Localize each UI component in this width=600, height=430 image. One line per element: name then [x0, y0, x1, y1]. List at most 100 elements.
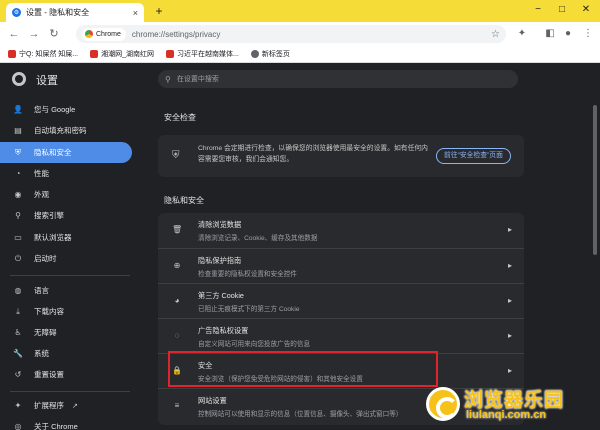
row-subtitle: 控制网站可以使用和显示的信息（位置信息、摄像头、弹出式窗口等） — [198, 411, 403, 418]
sidebar-item-default-browser[interactable]: ▭ 默认浏览器 — [0, 227, 132, 248]
maximize-button[interactable]: □ — [552, 2, 572, 18]
sidebar-item-label: 扩展程序 — [34, 401, 64, 410]
sidebar-item-label: 自动填充和密码 — [34, 126, 87, 135]
row-title: 隐私保护指南 — [198, 256, 242, 265]
settings-search[interactable]: ⚲ 在设置中搜索 — [158, 70, 518, 88]
sidebar-item-label: 性能 — [34, 169, 49, 178]
scroll-thumb[interactable] — [593, 105, 597, 255]
bookmark-label: 宁Q: 知屎然 知屎... — [19, 51, 79, 58]
sidebar-item-about-chrome[interactable]: ◎ 关于 Chrome — [0, 416, 132, 430]
extensions-puzzle-icon[interactable]: ✦ — [514, 26, 530, 42]
sidebar-divider — [10, 275, 130, 276]
sidebar-item-you-and-google[interactable]: 👤 您与 Google — [0, 99, 132, 120]
browser-tab[interactable]: ⚙ 设置 - 隐私和安全 × — [6, 3, 144, 22]
sidebar-item-accessibility[interactable]: ♿ 无障碍 — [0, 322, 132, 343]
bookmark-item[interactable]: 习近平在越南媒体... — [166, 49, 239, 59]
sidebar-item-system[interactable]: 🔧 系统 — [0, 343, 132, 364]
guide-icon: ⊕ — [173, 261, 181, 270]
chevron-right-icon: ▸ — [507, 225, 512, 234]
sidebar-item-performance[interactable]: ◔ 性能 — [0, 163, 132, 184]
watermark-en: liulanqi.com.cn — [466, 409, 547, 421]
chevron-right-icon: ▸ — [507, 296, 512, 305]
sidebar-item-privacy[interactable]: ⛨ 隐私和安全 — [0, 142, 132, 163]
ads-icon: ◌ — [174, 331, 180, 340]
globe-icon — [250, 50, 259, 58]
url-text[interactable]: chrome://settings/privacy — [132, 30, 491, 39]
row-title: 网站设置 — [198, 396, 227, 405]
minimize-button[interactable]: − — [528, 2, 548, 18]
chevron-right-icon: ▸ — [507, 261, 512, 270]
open-external-icon: ↗ — [72, 402, 78, 410]
bookmark-favicon-icon — [166, 50, 175, 58]
download-icon: ⤓ — [16, 306, 20, 316]
back-arrow-icon[interactable]: ← — [6, 26, 22, 42]
puzzle-icon: ✦ — [14, 401, 22, 410]
sidebar-item-label: 搜索引擎 — [34, 211, 64, 220]
go-to-safety-check-button[interactable]: 前往“安全检查”页面 — [436, 148, 511, 164]
sidebar-item-autofill[interactable]: ▤ 自动填充和密码 — [0, 120, 132, 141]
sidebar-item-extensions[interactable]: ✦ 扩展程序 ↗ — [0, 395, 132, 416]
search-icon: ⚲ — [15, 211, 21, 220]
address-bar[interactable]: Chrome chrome://settings/privacy ☆ — [76, 25, 506, 43]
sidebar-item-appearance[interactable]: ◉ 外观 — [0, 184, 132, 205]
tab-close-icon[interactable]: × — [133, 8, 138, 18]
chrome-logo-icon — [12, 72, 26, 86]
bookmark-favicon-icon — [8, 50, 16, 58]
sidebar-item-downloads[interactable]: ⤓ 下载内容 — [0, 301, 132, 322]
sidebar-item-on-startup[interactable]: ⏻ 启动时 — [0, 248, 132, 269]
sidebar-item-label: 启动时 — [34, 254, 57, 263]
close-window-button[interactable]: ✕ — [576, 2, 596, 18]
sidebar-item-label: 语言 — [34, 286, 49, 295]
sidebar-item-label: 下载内容 — [34, 307, 64, 316]
row-title: 第三方 Cookie — [198, 291, 244, 300]
sidebar-item-label: 默认浏览器 — [34, 233, 72, 242]
sidebar-item-languages[interactable]: ◍ 语言 — [0, 280, 132, 301]
bookmark-item[interactable]: 湘潮网_湖南红网 — [90, 49, 154, 59]
bookmark-item[interactable]: 新标签页 — [250, 49, 290, 59]
privacy-heading: 隐私和安全 — [164, 196, 204, 205]
power-icon: ⏻ — [14, 253, 22, 263]
main-scrollbar[interactable] — [592, 95, 598, 430]
bookmark-star-icon[interactable]: ☆ — [491, 29, 500, 40]
third-party-cookies-row[interactable]: ◕ 第三方 Cookie 已阻止无痕模式下的第三方 Cookie ▸ — [158, 283, 524, 318]
clear-browsing-data-row[interactable]: 🗑 清除浏览数据 清除浏览记录、Cookie、缓存及其他数据 ▸ — [158, 213, 524, 248]
reset-icon: ↺ — [14, 370, 22, 379]
clipboard-icon: ▤ — [14, 126, 22, 135]
new-tab-button[interactable]: + — [152, 4, 166, 18]
sidebar-item-label: 关于 Chrome — [34, 422, 78, 430]
bookmark-label: 湘潮网_湖南红网 — [101, 51, 155, 58]
accessibility-icon: ♿ — [14, 328, 22, 337]
bookmark-item[interactable]: 宁Q: 知屎然 知屎... — [8, 49, 78, 59]
shield-check-icon: ⛨ — [172, 150, 180, 161]
sidebar-item-reset[interactable]: ↺ 重置设置 — [0, 364, 132, 385]
shield-icon: ⛨ — [15, 147, 21, 157]
profile-avatar-icon[interactable]: ● — [560, 26, 576, 42]
privacy-guide-row[interactable]: ⊕ 隐私保护指南 检查重要的隐私权设置和安全控件 ▸ — [158, 248, 524, 283]
sidebar-item-label: 隐私和安全 — [34, 148, 72, 157]
row-subtitle: 自定义网站可用来向您投放广告的信息 — [198, 341, 311, 348]
speed-icon: ◔ — [15, 169, 21, 178]
row-title: 广告隐私权设置 — [198, 326, 249, 335]
row-subtitle: 已阻止无痕模式下的第三方 Cookie — [198, 306, 300, 313]
search-icon: ⚲ — [165, 74, 171, 84]
sidebar-item-label: 您与 Google — [34, 105, 76, 114]
side-panel-icon[interactable]: ◧ — [542, 26, 558, 42]
site-chip[interactable]: Chrome — [82, 27, 126, 41]
forward-arrow-icon[interactable]: → — [26, 26, 42, 42]
title-bar: ⚙ 设置 - 隐私和安全 × + − □ ✕ — [0, 0, 600, 22]
ad-privacy-row[interactable]: ◌ 广告隐私权设置 自定义网站可用来向您投放广告的信息 ▸ — [158, 318, 524, 353]
settings-main: 安全检查 ⛨ Chrome 会定期进行检查，以确保您的浏览器使用最安全的设置。如… — [158, 95, 530, 430]
watermark-logo-icon — [426, 387, 460, 421]
reload-icon[interactable]: ↻ — [46, 26, 62, 42]
page-title: 设置 — [36, 75, 58, 87]
search-input[interactable]: 在设置中搜索 — [177, 74, 219, 84]
sidebar-item-label: 系统 — [34, 349, 49, 358]
sidebar-item-search-engine[interactable]: ⚲ 搜索引擎 — [0, 205, 132, 226]
safety-check-heading: 安全检查 — [164, 113, 196, 122]
row-title: 清除浏览数据 — [198, 220, 242, 229]
watermark-cn: 浏览器乐园 — [464, 390, 565, 411]
tab-title: 设置 - 隐私和安全 — [26, 8, 90, 17]
chevron-right-icon: ▸ — [507, 366, 512, 375]
row-subtitle: 清除浏览记录、Cookie、缓存及其他数据 — [198, 235, 318, 242]
menu-kebab-icon[interactable]: ⋮ — [580, 26, 596, 42]
